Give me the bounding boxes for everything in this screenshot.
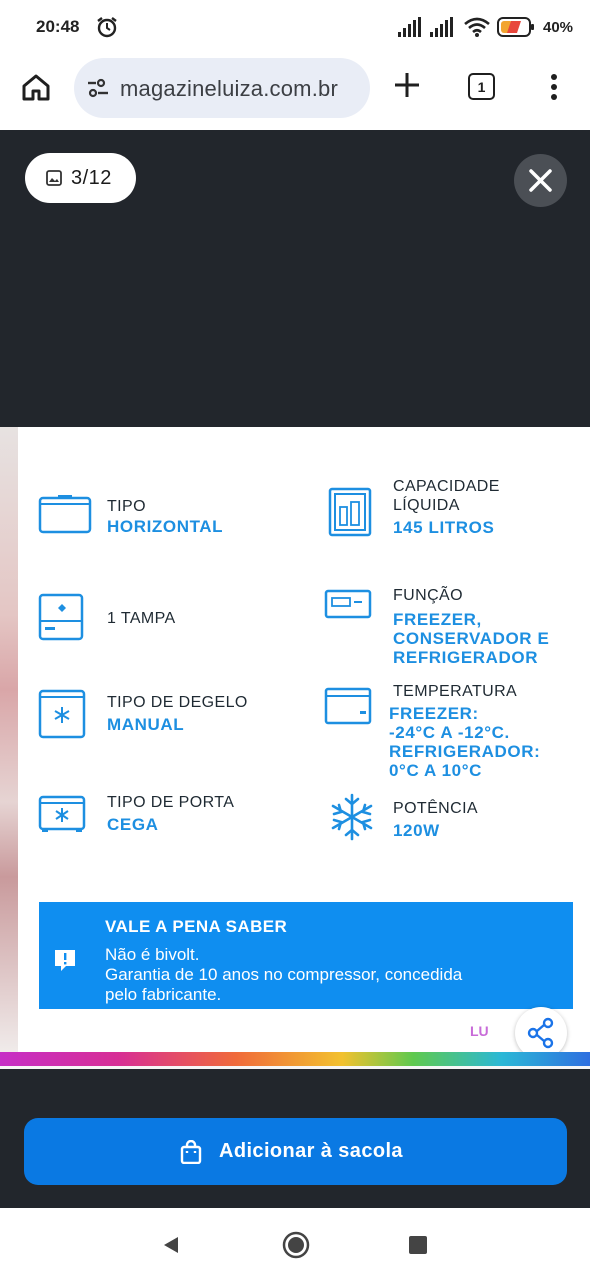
address-bar[interactable]: magazineluiza.com.br: [74, 58, 370, 118]
freezer-lid-icon: [38, 593, 84, 641]
alarm-icon: [97, 17, 117, 38]
divider: [0, 1066, 590, 1069]
spec-value-porta: CEGA: [107, 815, 159, 834]
spec-label-temperatura: TEMPERATURA: [393, 683, 518, 700]
image-gallery: 3/12 TIPO HORIZONTAL 1 TAMPA TIPO DE DEG…: [0, 130, 590, 1208]
new-tab-icon[interactable]: [392, 70, 422, 100]
counter-text: 3/12: [71, 167, 112, 189]
spec-value-temperatura-3: REFRIGERADOR:: [389, 742, 541, 761]
add-to-bag-button[interactable]: Adicionar à sacola: [24, 1118, 567, 1185]
spec-label-porta: TIPO DE PORTA: [107, 794, 235, 811]
spec-value-funcao-2: CONSERVADOR E: [393, 629, 550, 648]
spec-value-temperatura-1: FREEZER:: [389, 704, 479, 723]
alert-icon: [55, 950, 75, 971]
add-to-bag-label: Adicionar à sacola: [219, 1140, 403, 1162]
spec-label-capacidade-2: LÍQUIDA: [393, 497, 460, 514]
status-bar: 20:48 40%: [0, 0, 590, 56]
defrost-icon: [38, 689, 86, 739]
solid-door-icon: [38, 795, 86, 832]
signal-icon-2: [430, 17, 453, 37]
battery-level: 40%: [543, 19, 574, 36]
info-title: VALE A PENA SABER: [105, 917, 288, 936]
spec-value-potencia: 120W: [393, 821, 440, 840]
temperature-icon: [324, 687, 372, 725]
info-line-3: pelo fabricante.: [105, 985, 222, 1004]
chest-freezer-icon: [38, 495, 92, 534]
more-menu-icon[interactable]: [546, 72, 562, 102]
share-button[interactable]: [515, 1007, 567, 1052]
spec-label-funcao: FUNÇÃO: [393, 587, 463, 604]
system-nav-bar: [0, 1208, 590, 1280]
info-line-2: Garantia de 10 anos no compressor, conce…: [105, 965, 463, 984]
home-nav-icon[interactable]: [282, 1231, 310, 1259]
info-line-1: Não é bivolt.: [105, 945, 200, 964]
spec-value-temperatura-4: 0°C A 10°C: [389, 761, 482, 780]
product-photo-edge: [0, 427, 18, 1052]
product-image[interactable]: TIPO HORIZONTAL 1 TAMPA TIPO DE DEGELO M…: [0, 427, 590, 1052]
function-icon: [324, 589, 372, 619]
battery-icon: [497, 17, 534, 37]
browser-toolbar: magazineluiza.com.br 1: [0, 56, 590, 130]
spec-value-temperatura-2: -24°C A -12°C.: [389, 723, 510, 742]
spec-value-funcao-1: FREEZER,: [393, 610, 482, 629]
capacity-icon: [328, 487, 372, 537]
url-text: magazineluiza.com.br: [120, 76, 338, 101]
share-icon: [527, 1017, 554, 1049]
close-gallery-button[interactable]: [514, 154, 567, 207]
tab-switcher-button[interactable]: 1: [468, 73, 495, 100]
spec-label-potencia: POTÊNCIA: [393, 800, 478, 817]
site-settings-icon[interactable]: [86, 76, 110, 100]
back-icon[interactable]: [161, 1235, 181, 1255]
spec-value-tipo: HORIZONTAL: [107, 517, 224, 536]
status-time: 20:48: [36, 17, 80, 36]
info-box: VALE A PENA SABER Não é bivolt. Garantia…: [39, 902, 573, 1009]
shopping-bag-icon: [180, 1140, 202, 1164]
signal-icon: [398, 17, 421, 37]
spec-label-tampa: 1 TAMPA: [107, 610, 176, 627]
spec-value-degelo: MANUAL: [107, 715, 185, 734]
close-icon: [529, 169, 552, 192]
recents-icon[interactable]: [409, 1236, 427, 1254]
wifi-icon: [464, 17, 490, 37]
snowflake-icon: [331, 793, 373, 841]
spec-label-capacidade-1: CAPACIDADE: [393, 478, 500, 495]
spec-value-funcao-3: REFRIGERADOR: [393, 648, 539, 667]
spec-label-degelo: TIPO DE DEGELO: [107, 694, 248, 711]
spec-label-tipo: TIPO: [107, 498, 146, 515]
image-icon: [46, 170, 62, 186]
spec-value-capacidade: 145 LITROS: [393, 518, 495, 537]
lu-logo: LU: [470, 1023, 489, 1039]
image-counter: 3/12: [25, 153, 136, 203]
home-icon[interactable]: [20, 71, 52, 103]
